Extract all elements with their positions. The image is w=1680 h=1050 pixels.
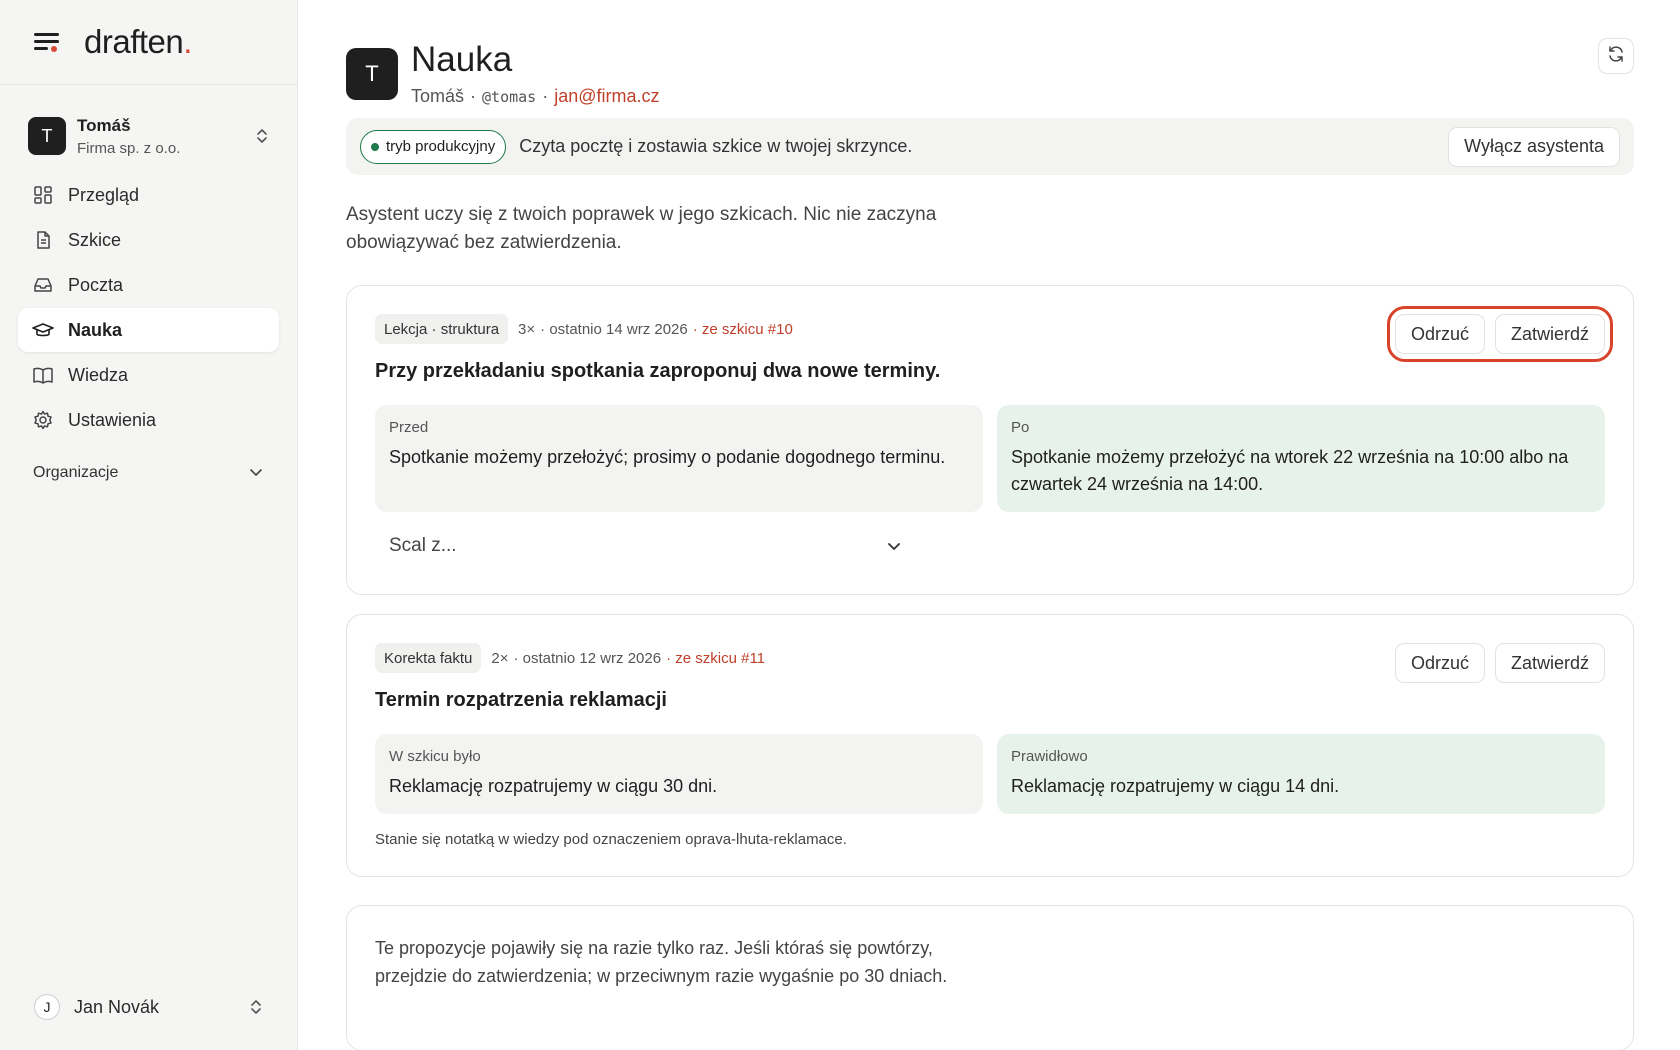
- gear-icon: [32, 409, 54, 431]
- sidebar-item-szkice[interactable]: Szkice: [18, 218, 279, 262]
- lesson-diff: Przed Spotkanie możemy przełożyć; prosim…: [375, 405, 1605, 512]
- workspace-switcher[interactable]: T Tomáš Firma sp. z o.o.: [18, 105, 279, 167]
- sidebar-item-label: Ustawienia: [68, 409, 157, 430]
- lesson-count: 3×: [518, 320, 536, 338]
- main-content: T Nauka Tomáš · @tomas · jan@firma.cz tr…: [346, 0, 1634, 1050]
- sidebar-item-label: Szkice: [68, 229, 122, 250]
- sidebar-item-wiedza[interactable]: Wiedza: [18, 353, 279, 397]
- chevron-updown-icon: [249, 997, 263, 1017]
- lesson-title: Termin rozpatrzenia reklamacji: [375, 689, 667, 711]
- document-icon: [32, 229, 54, 251]
- pending-proposals-text: Te propozycje pojawiły się na razie tylk…: [375, 938, 948, 986]
- status-badge-label: tryb produkcyjny: [386, 138, 496, 155]
- workspace-name: Tomáš: [77, 115, 131, 135]
- before-text: Reklamację rozpatrujemy w ciągu 30 dni.: [389, 776, 718, 796]
- lesson-last-seen: · ostatnio 12 wrz 2026: [513, 649, 662, 667]
- status-badge: tryb produkcyjny: [360, 129, 507, 164]
- lesson-title: Przy przekładaniu spotkania zaproponuj d…: [375, 360, 941, 382]
- before-box: W szkicu było Reklamację rozpatrujemy w …: [375, 734, 983, 814]
- after-text: Spotkanie możemy przełożyć na wtorek 22 …: [1011, 447, 1569, 494]
- chevron-updown-icon: [255, 126, 269, 146]
- lesson-note: Stanie się notatką w wiedzy pod oznaczen…: [375, 831, 847, 848]
- page-subtitle: Tomáš · @tomas · jan@firma.cz: [411, 86, 660, 107]
- pending-proposals-card: Te propozycje pojawiły się na razie tylk…: [346, 905, 1634, 1050]
- user-name: Jan Novák: [74, 996, 160, 1017]
- intro-text: Asystent uczy się z twoich poprawek w je…: [346, 204, 937, 253]
- merge-select-value: Scal z...: [389, 535, 457, 556]
- book-icon: [32, 364, 54, 386]
- avatar: J: [34, 994, 60, 1020]
- brand-bar: draften.: [0, 0, 297, 85]
- after-box: Po Spotkanie możemy przełożyć na wtorek …: [997, 405, 1605, 512]
- lesson-tag: Lekcja · struktura: [375, 314, 509, 344]
- menu-icon[interactable]: [34, 31, 60, 53]
- assistant-email-link[interactable]: jan@firma.cz: [554, 86, 659, 107]
- sidebar-item-ustawienia[interactable]: Ustawienia: [18, 398, 279, 442]
- status-dot-icon: [371, 142, 379, 151]
- organizations-label: Organizacje: [33, 464, 119, 481]
- chevron-down-icon: [249, 464, 263, 482]
- avatar: T: [346, 48, 398, 100]
- reject-button[interactable]: Odrzuć: [1394, 643, 1485, 683]
- sidebar-item-poczta[interactable]: Poczta: [18, 263, 279, 307]
- page-header: T Nauka Tomáš · @tomas · jan@firma.cz: [346, 0, 1634, 118]
- before-label: W szkicu było: [389, 748, 481, 765]
- approve-button[interactable]: Zatwierdź: [1494, 643, 1605, 683]
- lesson-count: 2×: [491, 649, 509, 667]
- grid-icon: [32, 184, 54, 206]
- after-box: Prawidłowo Reklamację rozpatrujemy w cią…: [997, 734, 1605, 814]
- disable-assistant-button[interactable]: Wyłącz asystenta: [1448, 126, 1620, 167]
- workspace-org: Firma sp. z o.o.: [77, 139, 181, 157]
- sidebar-item-przeglad[interactable]: Przegląd: [18, 173, 279, 217]
- after-text: Reklamację rozpatrujemy w ciągu 14 dni.: [1011, 776, 1340, 796]
- mode-bar: tryb produkcyjny Czyta pocztę i zostawia…: [346, 118, 1634, 175]
- refresh-button[interactable]: [1598, 38, 1634, 74]
- separator: ·: [542, 86, 549, 106]
- assistant-handle: @tomas: [482, 88, 537, 106]
- after-label: Prawidłowo: [1011, 748, 1088, 765]
- workspace-avatar: T: [28, 117, 66, 155]
- sidebar-item-label: Poczta: [68, 274, 124, 295]
- lesson-card: Lekcja · struktura 3× · ostatnio 14 wrz …: [346, 285, 1634, 595]
- lesson-card: Korekta faktu 2× · ostatnio 12 wrz 2026 …: [346, 614, 1634, 877]
- before-label: Przed: [389, 419, 429, 436]
- separator: ·: [470, 86, 477, 106]
- app-logo[interactable]: draften.: [84, 23, 192, 61]
- refresh-icon: [1607, 45, 1625, 68]
- user-menu[interactable]: J Jan Novák: [18, 984, 279, 1030]
- before-box: Przed Spotkanie możemy przełożyć; prosim…: [375, 405, 983, 512]
- lesson-last-seen: · ostatnio 14 wrz 2026: [540, 320, 688, 338]
- chevron-down-icon: [887, 535, 901, 557]
- sidebar-item-label: Nauka: [68, 319, 123, 340]
- inbox-icon: [32, 274, 54, 296]
- page-title: Nauka: [411, 40, 513, 79]
- sidebar-item-nauka[interactable]: Nauka: [18, 308, 279, 352]
- graduation-cap-icon: [32, 319, 54, 341]
- merge-select[interactable]: Scal z...: [375, 526, 915, 566]
- mode-description: Czyta pocztę i zostawia szkice w twojej …: [519, 136, 913, 156]
- reject-button[interactable]: Odrzuć: [1394, 314, 1485, 354]
- lesson-diff: W szkicu było Reklamację rozpatrujemy w …: [375, 734, 1605, 814]
- sidebar-nav: Przegląd Szkice Poczta Nauka Wiedza Usta…: [0, 173, 297, 442]
- sidebar-item-label: Wiedza: [68, 364, 129, 385]
- lesson-actions: Odrzuć Zatwierdź: [1386, 306, 1614, 362]
- sidebar: draften. T Tomáš Firma sp. z o.o. Przegl…: [0, 0, 298, 1050]
- sidebar-item-label: Przegląd: [68, 184, 140, 205]
- after-label: Po: [1011, 419, 1030, 436]
- organizations-section[interactable]: Organizacje: [18, 456, 279, 490]
- lesson-tag: Korekta faktu: [375, 643, 482, 673]
- lesson-source-link[interactable]: · ze szkicu #11: [666, 650, 765, 667]
- lesson-source-link[interactable]: · ze szkicu #10: [693, 321, 793, 338]
- lesson-actions: Odrzuć Zatwierdź: [1394, 643, 1605, 683]
- before-text: Spotkanie możemy przełożyć; prosimy o po…: [389, 447, 946, 467]
- approve-button[interactable]: Zatwierdź: [1494, 314, 1605, 354]
- assistant-owner-name: Tomáš: [411, 86, 465, 106]
